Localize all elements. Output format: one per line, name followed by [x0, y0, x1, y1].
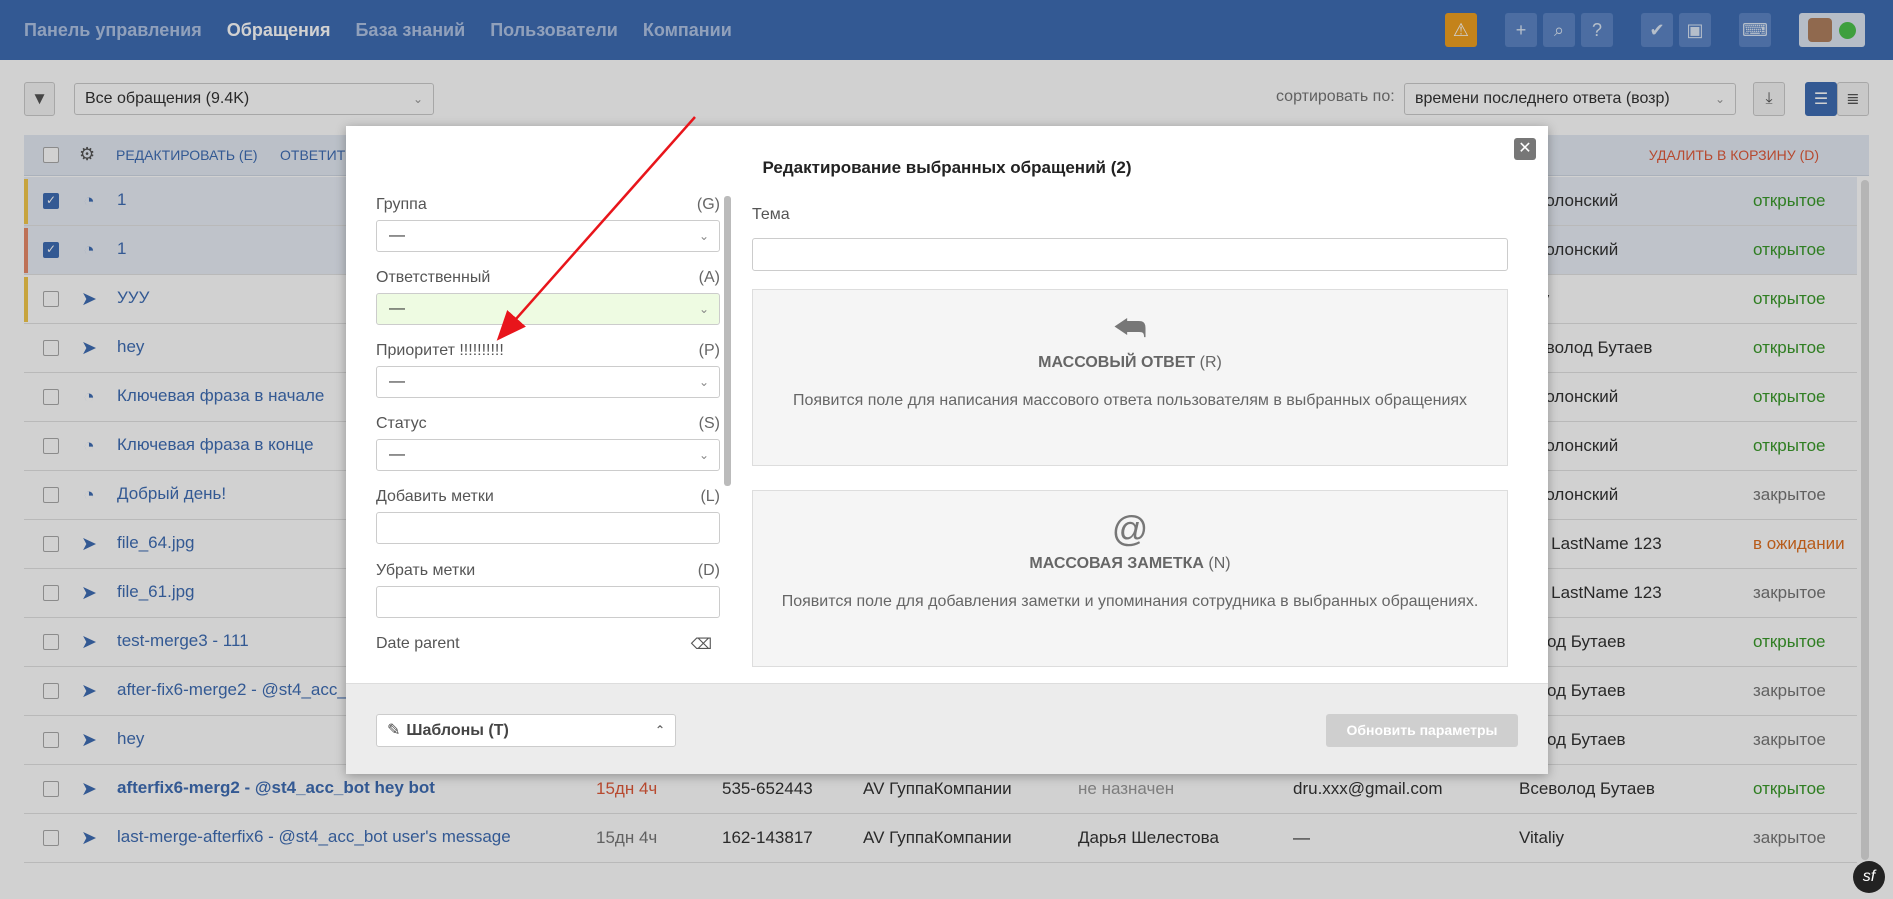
mass-note-panel[interactable]: @ МАССОВАЯ ЗАМЕТКА (N) Появится поле для…: [752, 490, 1508, 667]
fields-column: Группа (G) — ⌄ Ответственный (A) — ⌄ Приорит…: [376, 196, 720, 680]
remove-tags-input[interactable]: [376, 586, 720, 618]
priority-label: Приоритет !!!!!!!!!! (P): [376, 342, 720, 360]
assignee-label-text: Ответственный: [376, 269, 491, 286]
priority-hotkey: (P): [698, 342, 720, 359]
templates-label: Шаблоны (T): [406, 722, 509, 739]
theme-input[interactable]: [752, 238, 1508, 271]
status-select-value: —: [389, 446, 405, 463]
add-tags-label: Добавить метки (L): [376, 488, 720, 506]
templates-button[interactable]: ✎ Шаблоны (T) ⌃: [376, 714, 676, 747]
priority-select[interactable]: — ⌄: [376, 366, 720, 398]
bulk-edit-modal: Редактирование выбранных обращений (2) ✕…: [346, 126, 1548, 774]
mass-reply-description: Появится поле для написания массового от…: [792, 392, 1468, 409]
mass-reply-title: МАССОВЫЙ ОТВЕТ (R): [753, 354, 1507, 372]
status-hotkey: (S): [698, 415, 720, 432]
chevron-down-icon: ⌄: [698, 375, 709, 389]
mass-note-description: Появится поле для добавления заметки и у…: [781, 593, 1479, 610]
fields-scrollbar[interactable]: [724, 196, 731, 486]
add-tags-hotkey: (L): [700, 488, 720, 505]
theme-label: Тема: [752, 206, 790, 223]
chevron-down-icon: ⌄: [698, 448, 709, 462]
assignee-select[interactable]: — ⌄: [376, 293, 720, 325]
close-icon[interactable]: ✕: [1514, 138, 1536, 160]
actions-column: Тема ⮪ МАССОВЫЙ ОТВЕТ (R) Появится поле …: [752, 206, 1508, 667]
group-label: Группа (G): [376, 196, 720, 214]
assignee-hotkey: (A): [698, 269, 720, 286]
update-parameters-button[interactable]: Обновить параметры: [1326, 714, 1518, 747]
symfony-toolbar-icon[interactable]: sf: [1853, 861, 1885, 893]
at-sign-icon: @: [1111, 508, 1149, 549]
mass-reply-title-text: МАССОВЫЙ ОТВЕТ: [1038, 354, 1196, 371]
add-tags-input[interactable]: [376, 512, 720, 544]
magic-wand-icon: ✎: [387, 722, 401, 739]
chevron-down-icon: ⌄: [698, 302, 709, 316]
group-select[interactable]: — ⌄: [376, 220, 720, 252]
group-hotkey: (G): [696, 196, 720, 213]
remove-tags-label: Убрать метки (D): [376, 562, 720, 580]
remove-tags-label-text: Убрать метки: [376, 562, 476, 579]
mass-note-title-text: МАССОВАЯ ЗАМЕТКА: [1029, 555, 1204, 572]
add-tags-label-text: Добавить метки: [376, 488, 494, 505]
priority-select-value: —: [389, 373, 405, 390]
modal-title: Редактирование выбранных обращений (2): [762, 158, 1132, 177]
chevron-down-icon: ⌄: [698, 229, 709, 243]
priority-label-text: Приоритет !!!!!!!!!!: [376, 342, 504, 359]
eraser-icon[interactable]: ⌫: [691, 635, 712, 653]
date-parent-label: Date parent ⌫: [376, 635, 720, 653]
date-parent-label-text: Date parent: [376, 635, 460, 652]
status-label-text: Статус: [376, 415, 427, 432]
group-label-text: Группа: [376, 196, 427, 213]
remove-tags-hotkey: (D): [697, 562, 720, 579]
group-select-value: —: [389, 227, 405, 244]
status-label: Статус (S): [376, 415, 720, 433]
mass-reply-hotkey: (R): [1195, 354, 1222, 371]
chevron-up-icon: ⌃: [654, 723, 665, 737]
mass-reply-panel[interactable]: ⮪ МАССОВЫЙ ОТВЕТ (R) Появится поле для н…: [752, 289, 1508, 466]
status-select[interactable]: — ⌄: [376, 439, 720, 471]
modal-footer: ✎ Шаблоны (T) ⌃ Обновить параметры: [346, 683, 1548, 774]
assignee-select-value: —: [389, 300, 405, 317]
mass-note-hotkey: (N): [1203, 555, 1231, 572]
reply-all-icon: ⮪: [1113, 307, 1147, 348]
mass-note-title: МАССОВАЯ ЗАМЕТКА (N): [753, 555, 1507, 573]
assignee-label: Ответственный (A): [376, 269, 720, 287]
